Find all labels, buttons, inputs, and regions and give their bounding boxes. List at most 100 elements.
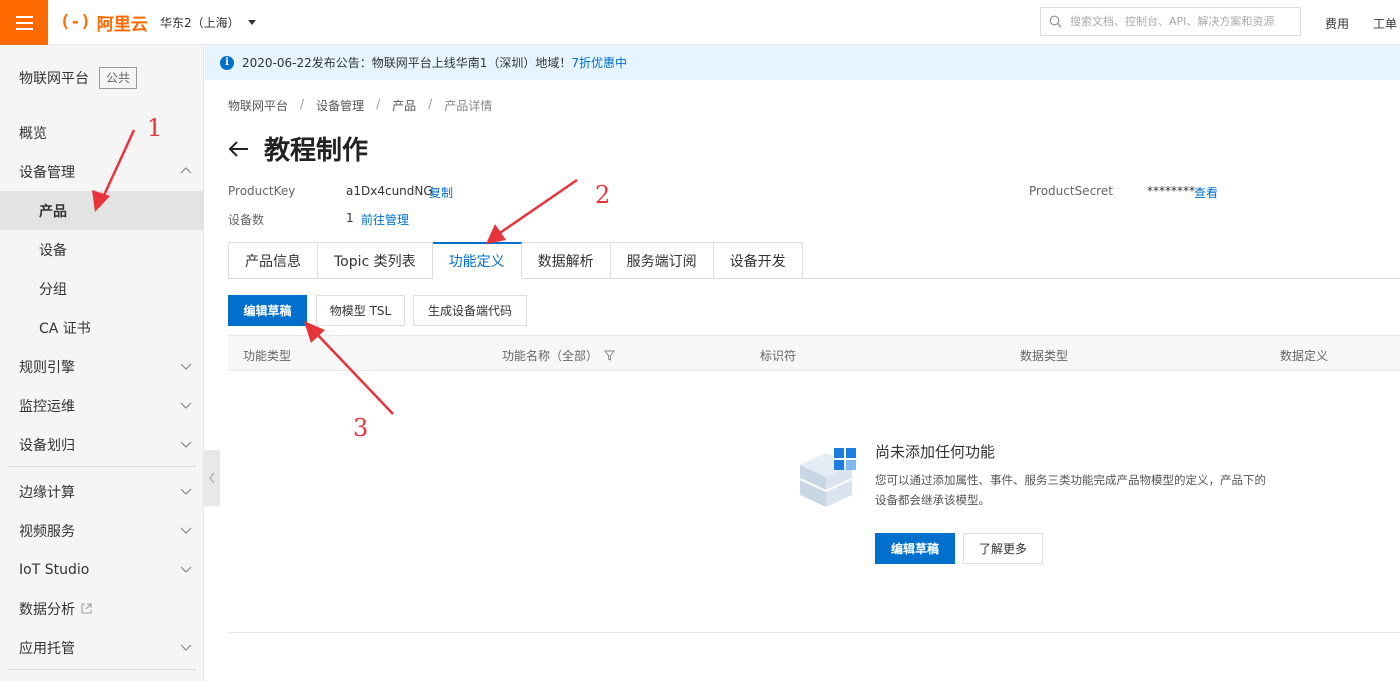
region-label: 华东2（上海） xyxy=(160,16,240,30)
annotation-arrowhead-2 xyxy=(486,224,506,244)
tab-function-definition[interactable]: 功能定义 xyxy=(432,242,522,279)
billing-link[interactable]: 费用 xyxy=(1325,15,1349,32)
column-function-type: 功能类型 xyxy=(243,349,292,363)
external-link-icon xyxy=(81,603,92,614)
chevron-up-icon xyxy=(180,167,192,174)
sidebar-item-rule-engine[interactable]: 规则引擎 xyxy=(0,347,204,386)
breadcrumb: 物联网平台 / 设备管理 / 产品 / 产品详情 xyxy=(228,97,492,114)
search-input[interactable] xyxy=(1070,15,1295,28)
logo-mark: (-) xyxy=(60,12,91,32)
tsl-button[interactable]: 物模型 TSL xyxy=(316,295,405,326)
edit-draft-button[interactable]: 编辑草稿 xyxy=(228,295,307,326)
sidebar-item-label: 设备划归 xyxy=(19,437,75,454)
back-arrow-icon[interactable] xyxy=(228,140,250,158)
announcement-message: 2020-06-22发布公告：物联网平台上线华南1（深圳）地域！ xyxy=(242,56,572,70)
product-key-value: a1Dx4cundNG xyxy=(346,184,433,198)
empty-state-description: 您可以通过添加属性、事件、服务三类功能完成产品物模型的定义，产品下的设备都会继承… xyxy=(875,473,1266,507)
sidebar-collapse-handle[interactable] xyxy=(204,450,220,506)
sidebar-item-device[interactable]: 设备 xyxy=(0,230,204,269)
sidebar-item-app-hosting[interactable]: 应用托管 xyxy=(0,628,204,667)
sidebar: 物联网平台 公共 概览 设备管理 产品 设备 分组 CA 证书 规则引擎 监控运… xyxy=(0,45,204,681)
chevron-down-icon xyxy=(180,363,192,370)
empty-edit-draft-button[interactable]: 编辑草稿 xyxy=(875,533,955,564)
chevron-left-icon xyxy=(209,472,215,484)
logo-text: 阿里云 xyxy=(96,14,148,35)
sidebar-item-overview[interactable]: 概览 xyxy=(0,113,204,152)
sidebar-item-iot-studio[interactable]: IoT Studio xyxy=(0,550,204,589)
top-navigation-bar: (-) 阿里云 华东2（上海） 费用 工单 xyxy=(0,0,1400,45)
product-secret-label: ProductSecret xyxy=(1029,184,1113,198)
filter-icon[interactable] xyxy=(604,350,616,361)
content-divider xyxy=(228,632,1400,633)
tab-bar: 产品信息 Topic 类列表 功能定义 数据解析 服务端订阅 设备开发 xyxy=(228,242,803,279)
tab-topic-list[interactable]: Topic 类列表 xyxy=(318,242,433,279)
sidebar-item-video-service[interactable]: 视频服务 xyxy=(0,511,204,550)
page-title: 教程制作 xyxy=(264,136,369,166)
column-identifier: 标识符 xyxy=(760,349,797,363)
sidebar-item-label: 数据分析 xyxy=(19,601,75,618)
sidebar-item-label: 产品 xyxy=(39,203,67,220)
sidebar-item-ca-cert[interactable]: CA 证书 xyxy=(0,308,204,347)
sidebar-item-group[interactable]: 分组 xyxy=(0,269,204,308)
sidebar-item-label: 设备管理 xyxy=(19,164,75,181)
sidebar-item-label: 边缘计算 xyxy=(19,484,75,501)
generate-code-button[interactable]: 生成设备端代码 xyxy=(413,295,527,326)
sidebar-item-product[interactable]: 产品 xyxy=(0,191,204,230)
column-function-name-label: 功能名称（全部） xyxy=(502,349,599,363)
sidebar-item-label: 分组 xyxy=(39,281,67,298)
column-data-type: 数据类型 xyxy=(1020,349,1069,363)
sidebar-item-label: 应用托管 xyxy=(19,640,75,657)
sidebar-item-monitoring[interactable]: 监控运维 xyxy=(0,386,204,425)
sidebar-item-edge-computing[interactable]: 边缘计算 xyxy=(0,472,204,511)
chevron-down-icon xyxy=(180,644,192,651)
chevron-down-icon xyxy=(180,527,192,534)
sidebar-item-device-allocation[interactable]: 设备划归 xyxy=(0,425,204,464)
sidebar-header: 物联网平台 公共 xyxy=(19,67,138,89)
chevron-down-icon xyxy=(180,402,192,409)
sidebar-item-label: CA 证书 xyxy=(39,320,91,337)
ticket-link[interactable]: 工单 xyxy=(1373,15,1397,32)
tab-data-parsing[interactable]: 数据解析 xyxy=(521,242,611,279)
column-function-name[interactable]: 功能名称（全部） xyxy=(502,347,616,364)
copy-link[interactable]: 复制 xyxy=(429,184,453,201)
chevron-down-icon xyxy=(180,566,192,573)
product-key-label: ProductKey xyxy=(228,184,296,198)
sidebar-item-data-analysis[interactable]: 数据分析 xyxy=(0,589,204,628)
caret-down-icon xyxy=(247,20,256,25)
breadcrumb-iot-platform[interactable]: 物联网平台 xyxy=(228,97,288,114)
breadcrumb-product[interactable]: 产品 xyxy=(392,97,416,114)
breadcrumb-device-management[interactable]: 设备管理 xyxy=(316,97,364,114)
region-selector[interactable]: 华东2（上海） xyxy=(160,14,256,31)
sidebar-title: 物联网平台 xyxy=(19,71,89,87)
sidebar-item-label: 视频服务 xyxy=(19,523,75,540)
sidebar-item-label: 监控运维 xyxy=(19,398,75,415)
sidebar-divider xyxy=(8,466,196,467)
info-icon: i xyxy=(220,55,234,70)
annotation-number-2: 2 xyxy=(595,181,611,209)
device-count-value: 1 xyxy=(346,211,354,225)
tab-server-subscription[interactable]: 服务端订阅 xyxy=(610,242,714,279)
aliyun-logo[interactable]: (-) 阿里云 xyxy=(60,10,148,35)
search-box[interactable] xyxy=(1040,7,1301,36)
breadcrumb-separator: / xyxy=(428,97,433,111)
discount-link[interactable]: 7折优惠中 xyxy=(571,56,627,70)
sidebar-item-label: 概览 xyxy=(19,125,47,142)
table-header: 功能类型 功能名称（全部） 标识符 数据类型 数据定义 xyxy=(228,335,1400,371)
annotation-number-3: 3 xyxy=(353,414,369,442)
tab-device-development[interactable]: 设备开发 xyxy=(713,242,803,279)
breadcrumb-separator: / xyxy=(300,97,305,111)
device-count-label: 设备数 xyxy=(228,213,265,227)
tab-product-info[interactable]: 产品信息 xyxy=(228,242,318,279)
tab-bar-baseline xyxy=(784,278,1400,279)
chevron-down-icon xyxy=(180,488,192,495)
hamburger-menu-icon[interactable] xyxy=(0,0,48,45)
annotation-number-1: 1 xyxy=(147,114,163,142)
empty-state-cube-icon xyxy=(799,448,856,507)
sidebar-item-device-management[interactable]: 设备管理 xyxy=(0,152,204,191)
sidebar-item-label: 设备 xyxy=(39,242,67,259)
announcement-text: 2020-06-22发布公告：物联网平台上线华南1（深圳）地域！7折优惠中 xyxy=(242,54,627,71)
search-icon xyxy=(1049,15,1062,28)
manage-devices-link[interactable]: 前往管理 xyxy=(361,211,409,228)
view-secret-link[interactable]: 查看 xyxy=(1194,184,1218,201)
learn-more-button[interactable]: 了解更多 xyxy=(963,533,1043,564)
